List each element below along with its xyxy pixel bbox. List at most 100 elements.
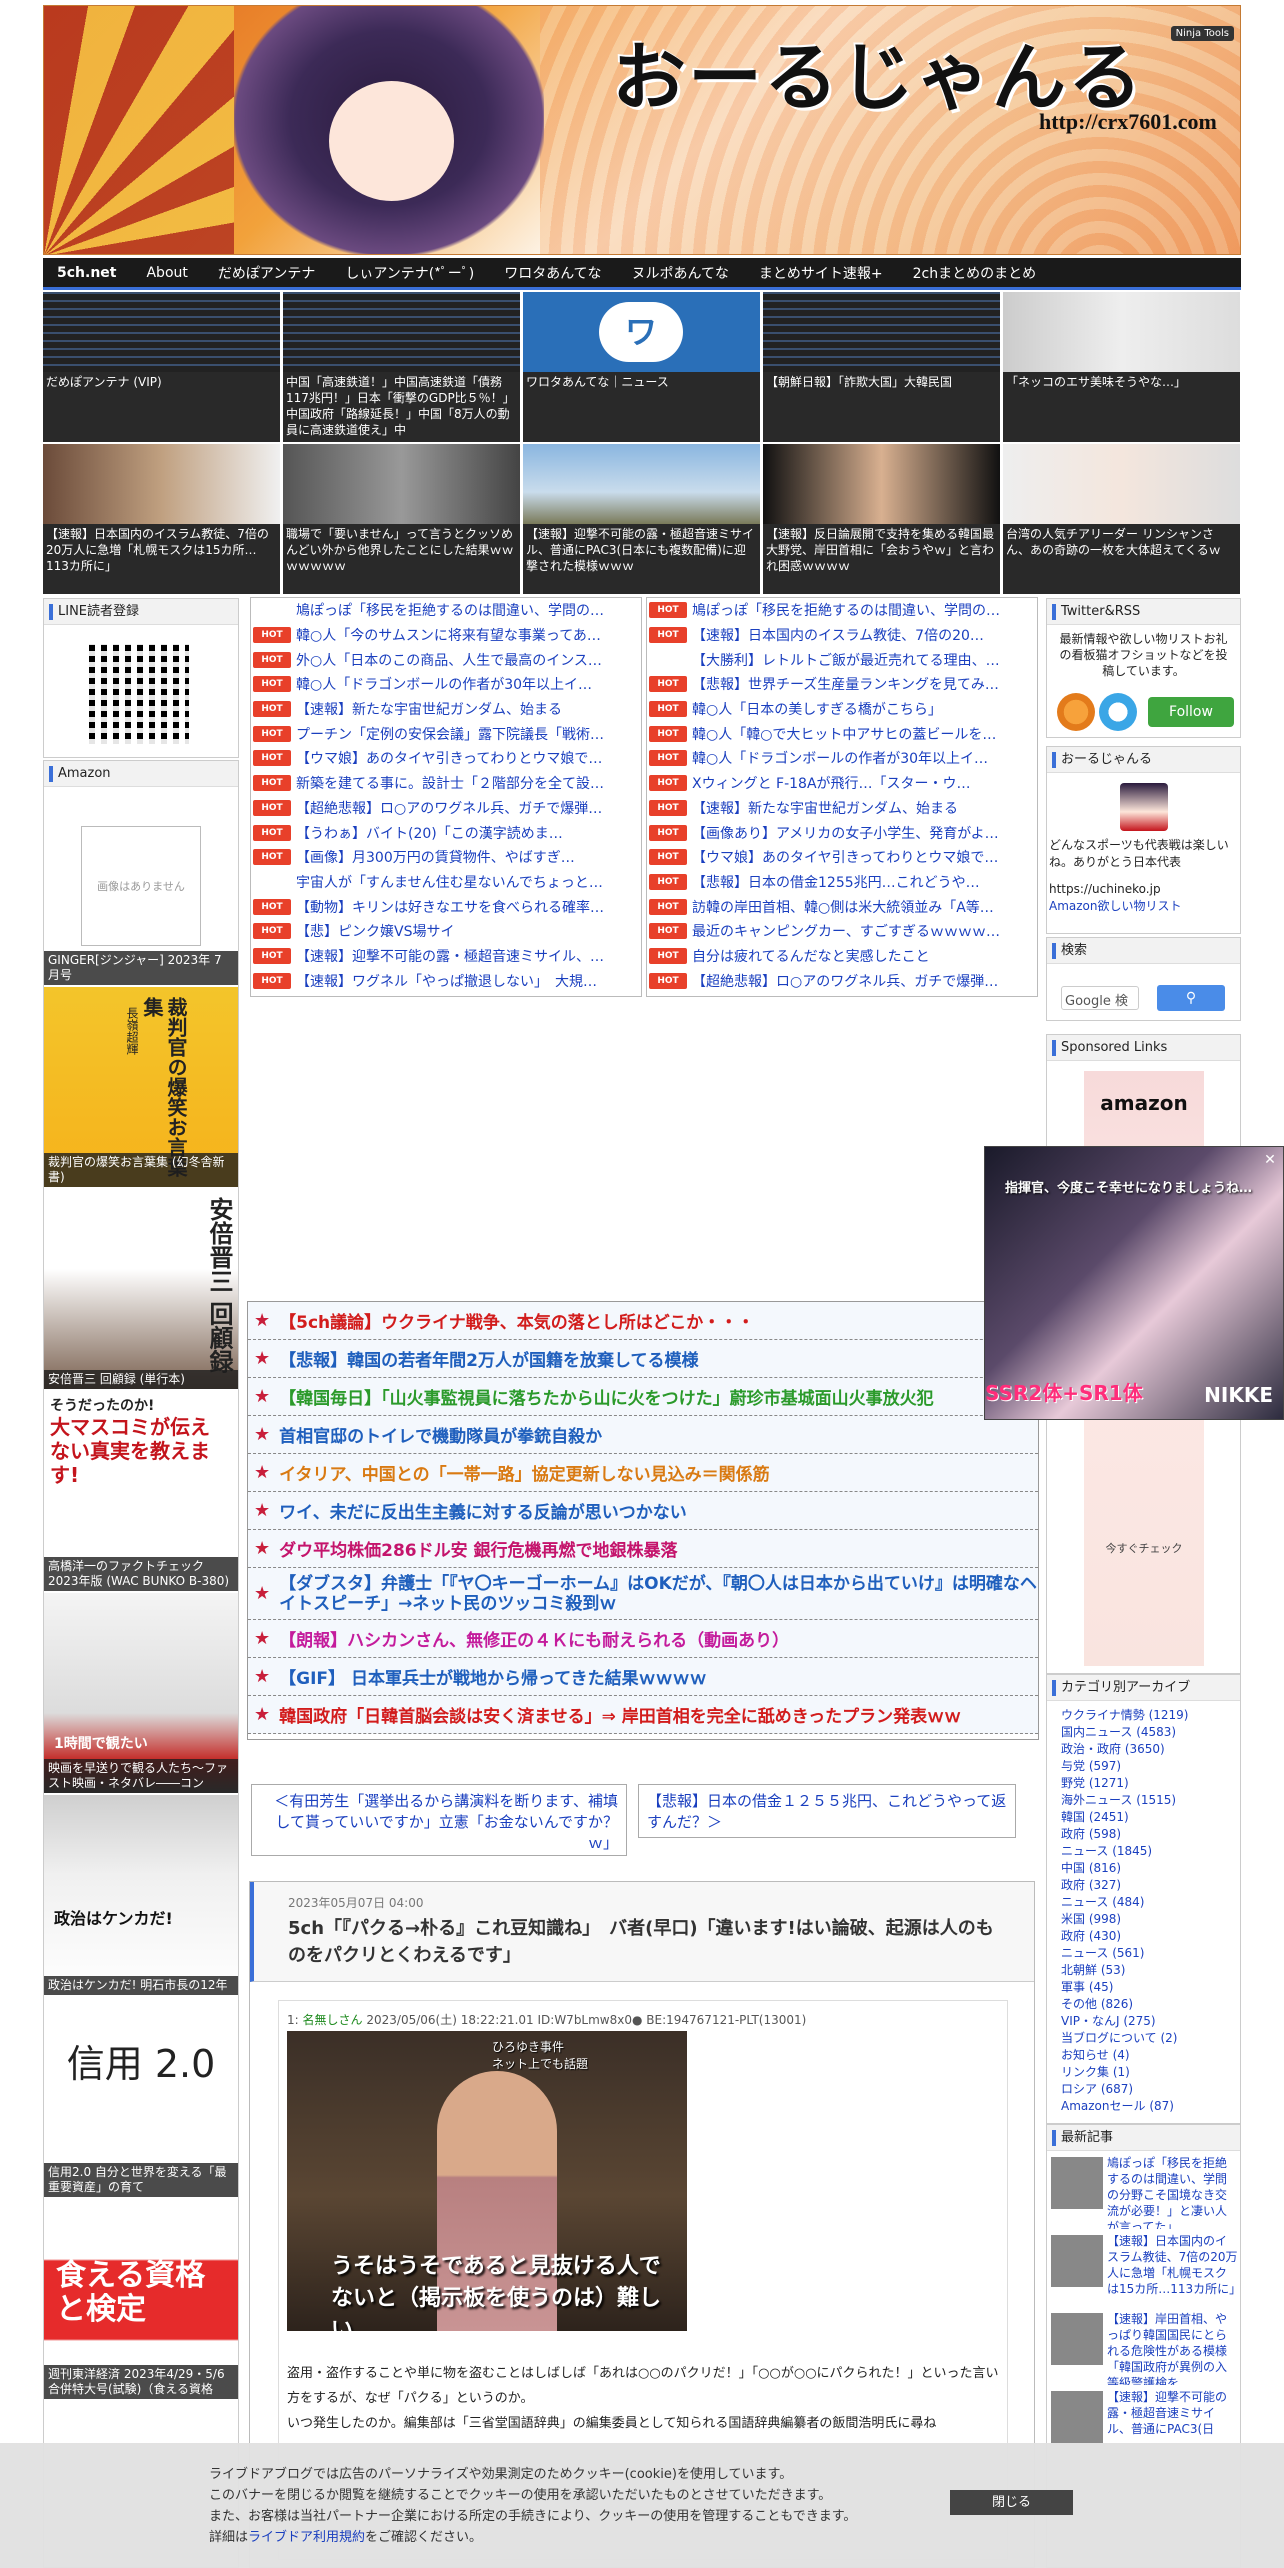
recent-post-link[interactable]: 【速報】岸田首相、やっぱり韓国国民にとられる危険性がある模様「韓国政府が異例の入… [1047,2307,1240,2385]
feed-item[interactable]: HOT 韓○人「ドラゴンボールの作者が30年以上イ… [251,672,641,697]
about-link[interactable]: https://uchineko.jp [1049,881,1238,898]
feed-item[interactable]: HOT 最近のキャンピングカー、すごすぎるｗｗｗｗ… [647,919,1037,944]
category-link[interactable]: 政府 (327) [1061,1877,1226,1894]
feed-item[interactable]: HOT 自分は疲れてるんだなと実感したこと [647,944,1037,969]
article-title[interactable]: 5ch「『パクる→朴る』これ豆知識ね」 バ者(早口)「違います!はい論破、起源は… [288,1915,1000,1969]
post-image[interactable]: ひろゆき事件 ネット上でも話題 うそはうそであると見抜ける人でないと（掲示板を使… [287,2031,687,2331]
amazon-product[interactable]: そうだったのか! 大マスコミが伝えない真実を教えます! 高橋洋一のファクトチェッ… [44,1391,238,1591]
site-header[interactable]: おーるじゃんる http://crx7601.com Ninja Tools [43,5,1241,255]
recent-post-link[interactable]: 【速報】日本国内のイスラム教徒、7倍の20万人に急増「札幌モスクは15カ所…11… [1047,2229,1240,2307]
feed-item[interactable]: HOT 【速報】迎撃不可能の露・極超音速ミサイル、… [251,944,641,969]
grid-card[interactable]: 「ネッコのエサ美味そうやな…」 [1003,292,1240,442]
grid-card[interactable]: 【朝鮮日報】「詐欺大国」大韓民国 [763,292,1000,442]
feed-item[interactable]: HOT 【うわぁ】バイト(20)「この漢字読めま… [251,820,641,845]
category-link[interactable]: 国内ニュース (4583) [1061,1724,1226,1741]
headline-item[interactable]: ★ 首相官邸のトイレで機動隊員が拳銃自殺か [248,1416,1038,1454]
amazon-product[interactable]: 裁判官の爆笑お言葉集 長嶺超輝 裁判官の爆笑お言葉集 (幻冬舎新書) [44,987,238,1187]
category-link[interactable]: リンク集 (1) [1061,2064,1226,2081]
previous-article-link[interactable]: ＜有田芳生「選挙出るから講演料を断ります、補填して貰っていいですか」立憲「お金な… [251,1784,627,1856]
amazon-product[interactable]: 食える資格と検定 週刊東洋経済 2023年4/29・5/6合併特大号(試験)（食… [44,2199,238,2399]
feed-item[interactable]: 宇宙人が「すんません住む星ないんでちょっと… [251,870,641,895]
feed-item[interactable]: HOT 【動物】キリンは好きなエサを食べられる確率… [251,894,641,919]
category-link[interactable]: 海外ニュース (1515) [1061,1792,1226,1809]
feed-item[interactable]: HOT 【速報】新たな宇宙世紀ガンダム、始まる [251,697,641,722]
nav-item-matome-plus[interactable]: まとめサイト速報+ [759,263,883,283]
amazon-product[interactable]: 政治はケンカだ! 政治はケンカだ! 明石市長の12年 [44,1795,238,1995]
feed-item[interactable]: HOT 新築を建てる事に。設計士「２階部分を全て設… [251,771,641,796]
feed-item[interactable]: HOT プーチン「定例の安保会議」露下院議長「戦術… [251,721,641,746]
grid-card[interactable]: 【速報】日本国内のイスラム教徒、7倍の20万人に急増「札幌モスクは15カ所…11… [43,444,280,594]
recent-post-link[interactable]: 鳩ぽっぽ「移民を拒絶するのは間違い、学問の分野こそ国境なき交流が必要！」と凄い人… [1047,2151,1240,2229]
category-link[interactable]: 政治・政府 (3650) [1061,1741,1226,1758]
category-link[interactable]: 政府 (430) [1061,1928,1226,1945]
ninja-tools-badge[interactable]: Ninja Tools [1170,26,1234,41]
category-link[interactable]: 中国 (816) [1061,1860,1226,1877]
feed-item[interactable]: HOT 【超絶悲報】ロ○アのワグネル兵、ガチで爆弾… [251,796,641,821]
feed-item[interactable]: HOT 韓○人「韓○で大ヒット中アサヒの蓋ビールを… [647,721,1037,746]
nav-item-warota[interactable]: ワロタあんてな [504,263,601,283]
grid-card[interactable]: 【速報】反日論展開で支持を集める韓国最大野党、岸田首相に「会おうやｗ」と言われ困… [763,444,1000,594]
grid-card[interactable]: 【速報】迎撃不可能の露・極超音速ミサイル、普通にPAC3(日本にも複数配備)に迎… [523,444,760,594]
feed-item[interactable]: HOT 【画像】月300万円の賃貸物件、やばすぎ… [251,845,641,870]
grid-card[interactable]: だめぽアンテナ (VIP) [43,292,280,442]
grid-card[interactable]: 台湾の人気チアリーダー リンシャンさん、あの奇跡の一枚を大体超えてくるｗ [1003,444,1240,594]
category-link[interactable]: 韓国 (2451) [1061,1809,1226,1826]
headline-item[interactable]: ★ イタリア、中国との「一帯一路」協定更新しない見込み＝関係筋 [248,1454,1038,1492]
amazon-wishlist-link[interactable]: Amazon欲しい物リスト [1049,898,1238,915]
headline-item[interactable]: ★ 【悲報】韓国の若者年間2万人が国籍を放棄してる模様 [248,1340,1038,1378]
nav-item-damepo[interactable]: だめぽアンテナ [218,263,315,283]
floating-game-ad[interactable]: 指揮官、今度こそ幸せになりましょうね… SSR2体+SR1体 NIKKE ✕ [984,1146,1284,1420]
follow-button[interactable]: Follow [1148,697,1234,727]
terms-link[interactable]: ライブドア利用規約 [248,2530,365,2545]
category-link[interactable]: 野党 (1271) [1061,1775,1226,1792]
category-link[interactable]: ウクライナ情勢 (1219) [1061,1707,1226,1724]
category-link[interactable]: 当ブログについて (2) [1061,2030,1226,2047]
headline-item[interactable]: ★ 【5ch議論】ウクライナ戦争、本気の落とし所はどこか・・・ [248,1302,1038,1340]
category-link[interactable]: ロシア (687) [1061,2081,1226,2098]
category-link[interactable]: お知らせ (4) [1061,2047,1226,2064]
headline-item[interactable]: ★ 【GIF】 日本軍兵士が戦地から帰ってきた結果ｗｗｗｗ [248,1658,1038,1696]
feed-item[interactable]: HOT 【速報】日本国内のイスラム教徒、7倍の20… [647,623,1037,648]
category-link[interactable]: 北朝鮮 (53) [1061,1962,1226,1979]
feed-item[interactable]: HOT 鳩ぽっぽ「移民を拒絶するのは間違い、学問の… [647,598,1037,623]
feed-item[interactable]: HOT 【ウマ娘】あのタイヤ引きってわりとウマ娘で… [251,746,641,771]
category-link[interactable]: ニュース (484) [1061,1894,1226,1911]
amazon-product[interactable]: 画像はありません GINGER[ジンジャー] 2023年 7 月号 [44,788,238,985]
feed-item[interactable]: HOT 韓○人「今のサムスンに将来有望な事業ってあ… [251,623,641,648]
feed-item[interactable]: HOT 訪韓の岸田首相、韓○側は米大統領並み「A等… [647,894,1037,919]
feed-item[interactable]: HOT 【ウマ娘】あのタイヤ引きってわりとウマ娘で… [647,845,1037,870]
category-link[interactable]: その他 (826) [1061,1996,1226,2013]
amazon-product[interactable]: 1時間で観たい 映画を早送りで観る人たち～ファスト映画・ネタバレ――コン [44,1593,238,1793]
twitter-bird-icon[interactable] [1099,693,1137,731]
feed-item[interactable]: 【大勝利】レトルトご飯が最近売れてる理由、… [647,647,1037,672]
feed-item[interactable]: HOT Xウィングと F-18Aが飛行…「スター・ウ… [647,771,1037,796]
nav-item-nurupo[interactable]: ヌルポあんてな [632,263,729,283]
category-link[interactable]: 与党 (597) [1061,1758,1226,1775]
nav-item-shii[interactable]: しぃアンテナ(*ﾟーﾟ) [345,263,474,283]
headline-item[interactable]: ★ ダウ平均株価286ドル安 銀行危機再燃で地銀株暴落 [248,1530,1038,1568]
headline-item[interactable]: ★ ワイ、未だに反出生主義に対する反論が思いつかない [248,1492,1038,1530]
grid-card[interactable]: 職場で「要いません」って言うとクッソめんどい外から他界したことにした結果ｗｗｗｗ… [283,444,520,594]
feed-item[interactable]: HOT 【速報】ワグネル「やっぱ撤退しない」 大規… [251,968,641,993]
next-article-link[interactable]: 【悲報】日本の借金１２５５兆円、これどうやって返すんだ？＞ [638,1784,1016,1838]
amazon-product[interactable]: 信用 2.0 信用2.0 自分と世界を変える「最重要資産」の育て [44,1997,238,2197]
cookie-close-button[interactable]: 閉じる [950,2490,1073,2515]
headline-item[interactable]: ★ 韓国政府「日韓首脳会談は安く済ませる」⇒ 岸田首相を完全に舐めきったプラン発表… [248,1696,1038,1734]
feed-item[interactable]: 鳩ぽっぽ「移民を拒絶するのは間違い、学問の… [251,598,641,623]
feed-item[interactable]: HOT 【悲報】日本の借金1255兆円…これどうや… [647,870,1037,895]
line-qr-code[interactable] [89,644,189,744]
feed-item[interactable]: HOT 【悲】ピンク嬢VS場サイ [251,919,641,944]
category-link[interactable]: VIP・なんJ (275) [1061,2013,1226,2030]
headline-item[interactable]: ★ 【朗報】ハシカンさん、無修正の４Ｋにも耐えられる（動画あり） [248,1620,1038,1658]
headline-item[interactable]: ★ 【ダブスタ】弁護士「『ヤ〇キーゴーホーム』はOKだが、『朝〇人は日本から出てい… [248,1568,1038,1620]
feed-item[interactable]: HOT 韓○人「ドラゴンボールの作者が30年以上イ… [647,746,1037,771]
amazon-product[interactable]: 安倍晋三 回顧録 安倍晋三 回顧録 (単行本) [44,1189,238,1389]
category-link[interactable]: ニュース (561) [1061,1945,1226,1962]
category-link[interactable]: 米国 (998) [1061,1911,1226,1928]
grid-card[interactable]: 中国「高速鉄道！」中国高速鉄道「債務117兆円！」日本「衝撃のGDP比５％！」中… [283,292,520,442]
nav-item-2ch-matome[interactable]: 2chまとめのまとめ [913,263,1036,283]
feed-item[interactable]: HOT 【悲報】世界チーズ生産量ランキングを見てみ… [647,672,1037,697]
feed-item[interactable]: HOT 【超絶悲報】ロ○アのワグネル兵、ガチで爆弾… [647,968,1037,993]
grid-card[interactable]: ワワロタあんてな｜ニュース [523,292,760,442]
headline-item[interactable]: ★ 【韓国毎日】「山火事監視員に落ちたから山に火をつけた」蔚珍市基城面山火事放火犯 [248,1378,1038,1416]
